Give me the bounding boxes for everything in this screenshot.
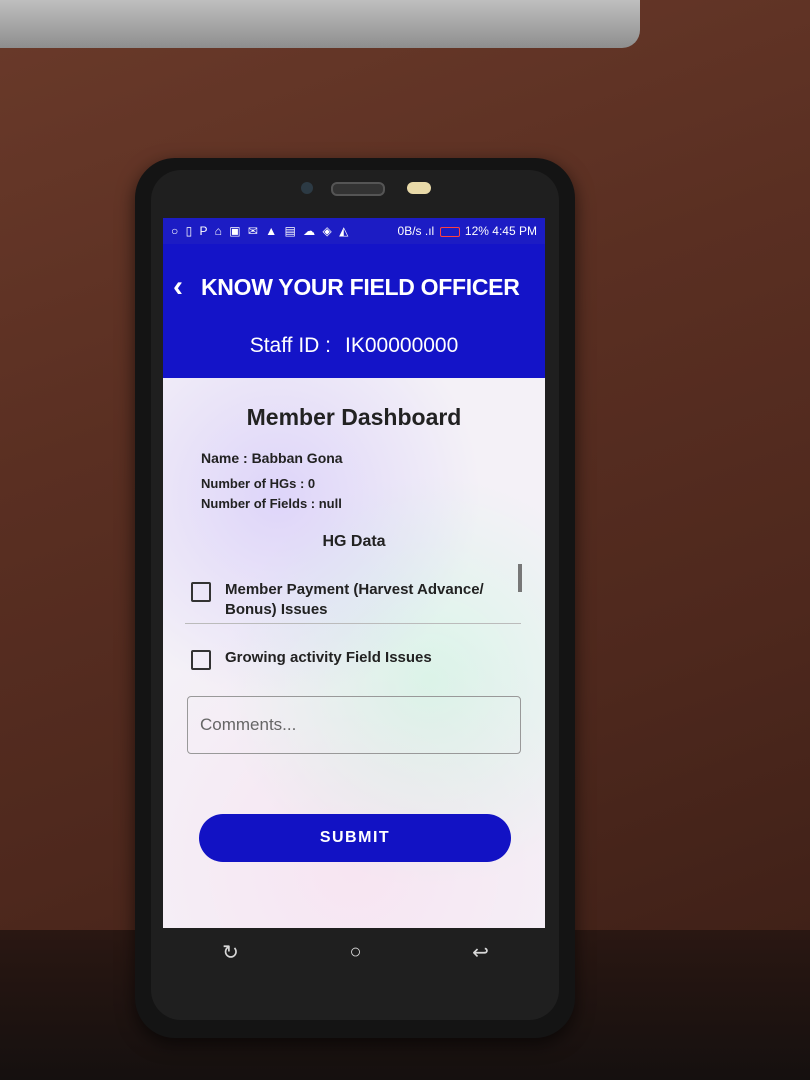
signal-icon: .ıl [424, 224, 435, 238]
page-title: KNOW YOUR FIELD OFFICER [201, 274, 520, 300]
field-issues-checkbox[interactable] [191, 650, 211, 670]
front-flash [407, 182, 431, 194]
hg-data-title: HG Data [322, 533, 386, 550]
battery-icon [439, 226, 460, 237]
dashboard-content: Member Dashboard Name : Babban Gona Numb… [163, 378, 545, 928]
dashboard-title: Member Dashboard [246, 404, 462, 430]
hg-count: Number of HGs : 0 [201, 476, 316, 491]
app-bar: ‹ KNOW YOUR FIELD OFFICER Staff ID : IK00… [163, 244, 545, 378]
recent-apps-icon[interactable]: ↻ [211, 940, 251, 965]
front-camera [301, 182, 313, 194]
laptop-edge [0, 0, 640, 48]
app-screen: ○ ▯ P ⌂ ▣ ✉ ▲ ▤ ☁ ◈ ◭ 0B/s .ıl 12% 4:45 … [163, 218, 545, 928]
notification-icons: ○ ▯ P ⌂ ▣ ✉ ▲ ▤ ☁ ◈ ◭ [171, 224, 351, 238]
system-nav-bar: ↻ ○ ↩ [168, 928, 543, 976]
field-issues-label[interactable]: Growing activity Field Issues [225, 648, 515, 668]
status-bar: ○ ▯ P ⌂ ▣ ✉ ▲ ▤ ☁ ◈ ◭ 0B/s .ıl 12% 4:45 … [163, 218, 545, 244]
net-speed: 0B/s [397, 224, 422, 238]
staff-id-label: Staff ID : [249, 334, 332, 357]
comments-input[interactable] [187, 696, 521, 754]
status-right: 0B/s .ıl 12% 4:45 PM [398, 224, 537, 238]
earpiece-speaker [331, 182, 385, 196]
divider [185, 623, 521, 624]
staff-id-value: IK00000000 [345, 334, 459, 357]
payment-issues-checkbox[interactable] [191, 582, 211, 602]
home-icon[interactable]: ○ [336, 941, 376, 964]
member-name: Name : Babban Gona [201, 450, 343, 466]
payment-issues-label[interactable]: Member Payment (Harvest Advance/ Bonus) … [225, 580, 515, 620]
submit-button[interactable]: SUBMIT [199, 814, 511, 862]
battery-level: 12% [464, 224, 489, 238]
issue-field-row[interactable]: Growing activity Field Issues [191, 648, 515, 670]
back-nav-icon[interactable]: ↩ [461, 940, 501, 965]
clock: 4:45 PM [492, 224, 537, 238]
staff-id-row: Staff ID : IK00000000 [163, 334, 545, 358]
scrollbar[interactable] [518, 564, 522, 592]
issue-payment-row[interactable]: Member Payment (Harvest Advance/ Bonus) … [191, 580, 515, 620]
back-arrow-icon[interactable]: ‹ [173, 272, 183, 302]
field-count: Number of Fields : null [201, 496, 342, 511]
